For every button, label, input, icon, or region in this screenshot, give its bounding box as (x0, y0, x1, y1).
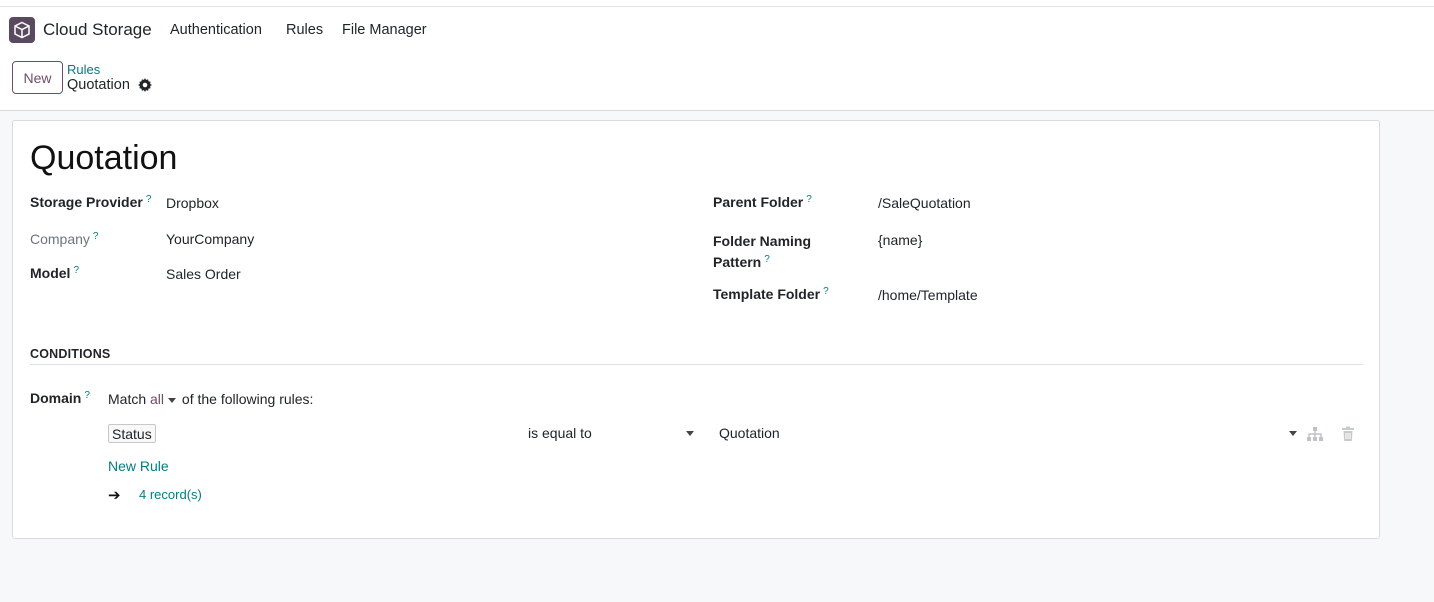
nav-item-authentication[interactable]: Authentication (170, 22, 262, 38)
breadcrumb-rules-link[interactable]: Rules (67, 62, 100, 77)
help-icon[interactable]: ? (146, 194, 152, 205)
section-divider (30, 364, 1363, 365)
company-label: Company? (30, 231, 99, 247)
gear-icon[interactable] (138, 78, 152, 92)
template-folder-label: Template Folder? (713, 286, 829, 302)
caret-down-icon (686, 431, 694, 436)
company-value[interactable]: YourCompany (166, 231, 254, 247)
help-icon[interactable]: ? (764, 254, 770, 265)
domain-label: Domain? (30, 390, 90, 406)
top-border (0, 0, 1434, 7)
match-prefix: Match (108, 391, 147, 407)
nav-item-rules[interactable]: Rules (286, 22, 323, 38)
arrow-right-icon: ➔ (108, 487, 121, 504)
form-sheet: Quotation Storage Provider? Dropbox Comp… (12, 120, 1380, 539)
model-label: Model? (30, 265, 80, 281)
record-title[interactable]: Quotation (30, 139, 177, 178)
app-name[interactable]: Cloud Storage (43, 20, 152, 40)
sitemap-icon[interactable] (1306, 426, 1324, 442)
folder-naming-pattern-label: Folder Naming Pattern? (713, 233, 812, 270)
nav-item-file-manager[interactable]: File Manager (342, 22, 427, 38)
match-suffix: of the following rules: (181, 391, 314, 407)
folder-naming-pattern-value[interactable]: {name} (878, 232, 922, 248)
caret-down-icon (1289, 431, 1297, 436)
storage-provider-value[interactable]: Dropbox (166, 195, 219, 211)
new-button[interactable]: New (12, 61, 63, 94)
parent-folder-value[interactable]: /SaleQuotation (878, 195, 971, 211)
parent-folder-label: Parent Folder? (713, 194, 812, 210)
help-icon[interactable]: ? (84, 390, 90, 401)
template-folder-value[interactable]: /home/Template (878, 287, 978, 303)
breadcrumb-current: Quotation (67, 77, 130, 93)
matching-records-link[interactable]: 4 record(s) (139, 487, 202, 502)
control-panel: New Rules Quotation (0, 53, 1434, 111)
new-rule-button[interactable]: New Rule (108, 458, 169, 474)
help-icon[interactable]: ? (806, 194, 812, 205)
rule-field-selector[interactable]: Status (108, 424, 156, 443)
match-connector-select[interactable]: all (150, 391, 178, 407)
help-icon[interactable]: ? (93, 231, 99, 242)
main-navbar: Cloud Storage Authentication Rules File … (0, 7, 1434, 53)
rule-value-select[interactable]: Quotation (719, 425, 1299, 441)
caret-down-icon (168, 397, 177, 403)
conditions-section-title: CONDITIONS (30, 347, 111, 361)
domain-match-line: Match all of the following rules: (108, 391, 313, 407)
cloud-storage-app-icon[interactable] (9, 17, 35, 43)
trash-icon[interactable] (1341, 426, 1355, 442)
storage-provider-label: Storage Provider? (30, 194, 152, 210)
rule-operator-select[interactable]: is equal to (528, 425, 696, 441)
help-icon[interactable]: ? (823, 286, 829, 297)
help-icon[interactable]: ? (73, 265, 79, 276)
model-value[interactable]: Sales Order (166, 266, 241, 282)
